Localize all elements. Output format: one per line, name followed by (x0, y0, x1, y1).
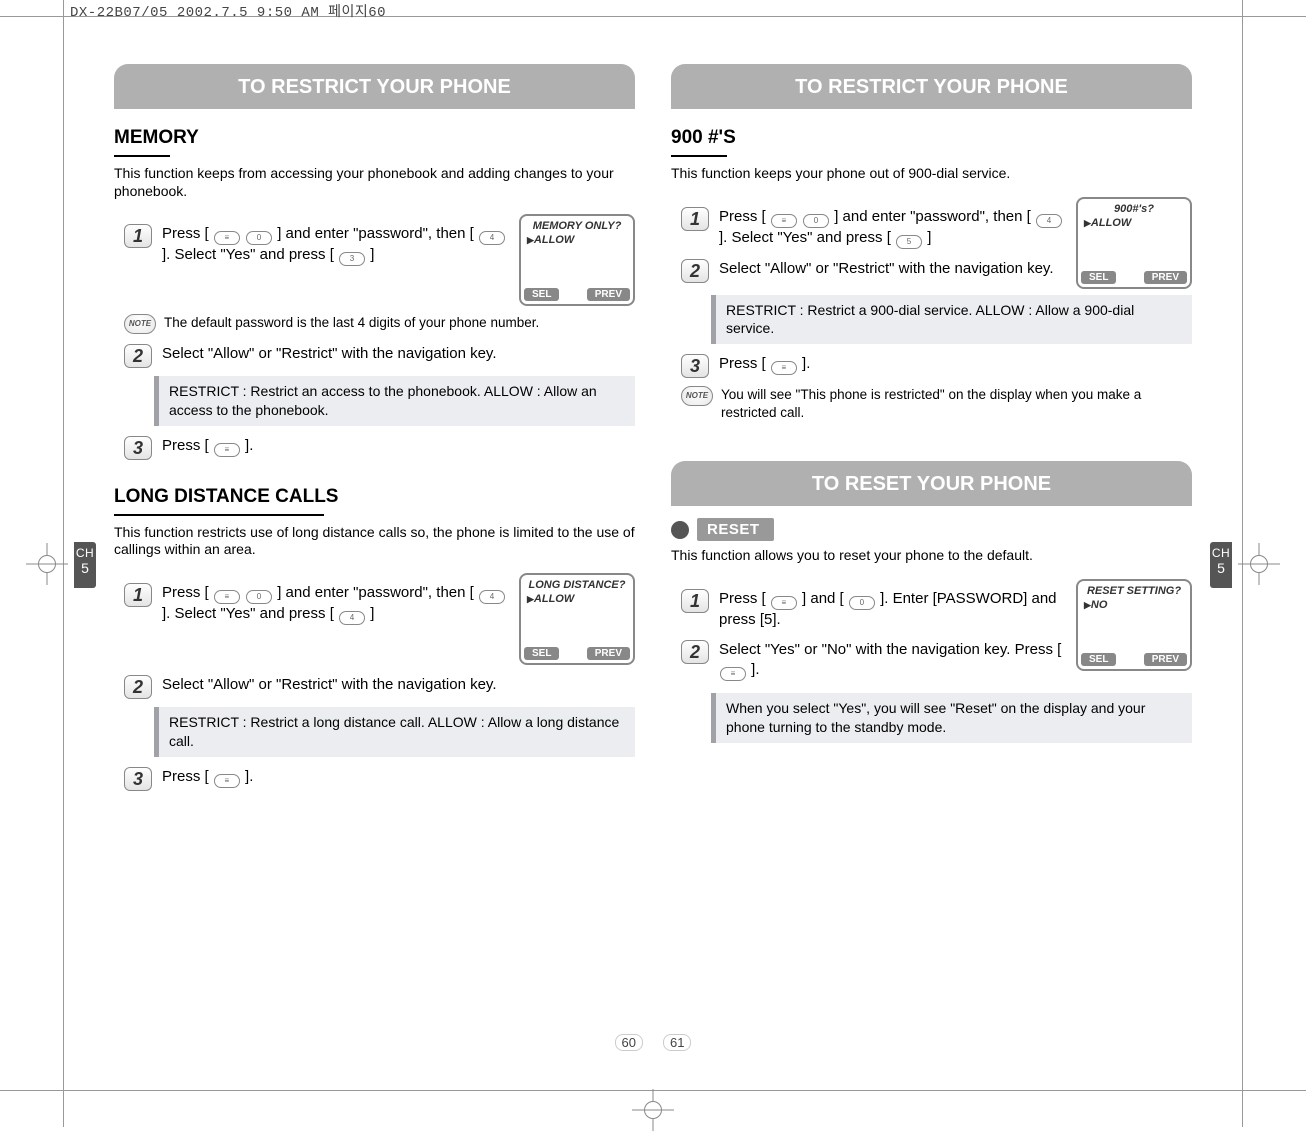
memory-info: RESTRICT : Restrict an access to the pho… (154, 376, 635, 426)
zero-key-icon: 0 (803, 214, 829, 228)
long-step-3: 3 Press [ ≡ ]. (124, 767, 635, 791)
page-left: CH 5 TO RESTRICT YOUR PHONE MEMORY This … (96, 40, 653, 1047)
long-desc: This function restricts use of long dist… (114, 524, 635, 559)
page-number-left: 60 (615, 1034, 643, 1051)
zero-key-icon: 0 (246, 231, 272, 245)
note-badge-icon: NOTE (681, 386, 713, 406)
long-step-2-text: Select "Allow" or "Restrict" with the na… (162, 675, 635, 695)
zero-key-icon: 0 (246, 590, 272, 604)
memory-title: MEMORY (114, 127, 199, 151)
four-key-icon: 4 (339, 611, 365, 625)
zero-key-icon: 0 (849, 596, 875, 610)
nine-info: RESTRICT : Restrict a 900-dial service. … (711, 295, 1192, 345)
long-rule (114, 514, 324, 516)
file-header: DX-22B07/05 2002.7.5 9:50 AM 페이지60 (70, 1, 386, 21)
step-num-3-icon: 3 (124, 767, 152, 791)
menu-key-icon: ≡ (214, 774, 240, 788)
page-number-right: 61 (663, 1034, 691, 1051)
reset-step-2: 2 Select "Yes" or "No" with the navigati… (681, 640, 1066, 681)
reset-badge-label: RESET (697, 518, 774, 541)
nine-step-3-text: Press [ ≡ ]. (719, 354, 1192, 375)
long-step-3-text: Press [ ≡ ]. (162, 767, 635, 788)
reset-badge: RESET (671, 518, 1192, 541)
nine-screen: 900#'s? ALLOW SEL PREV (1076, 197, 1192, 289)
nine-step-1-text: Press [ ≡ 0 ] and enter "password", then… (719, 207, 1066, 249)
softkey-sel: SEL (524, 647, 559, 660)
softkey-sel: SEL (1081, 271, 1116, 284)
page-right: CH 5 TO RESTRICT YOUR PHONE 900 #'S This… (653, 40, 1210, 1047)
reset-screen: RESET SETTING? NO SEL PREV (1076, 579, 1192, 671)
softkey-prev: PREV (587, 288, 630, 301)
step-num-1-icon: 1 (681, 207, 709, 231)
step-num-3-icon: 3 (124, 436, 152, 460)
three-key-icon: 3 (339, 252, 365, 266)
nine-note: You will see "This phone is restricted" … (721, 386, 1192, 421)
menu-key-icon: ≡ (720, 667, 746, 681)
nine-desc: This function keeps your phone out of 90… (671, 165, 1192, 183)
chapter-tab-right: CH 5 (1210, 542, 1232, 588)
long-step-2: 2 Select "Allow" or "Restrict" with the … (124, 675, 635, 699)
memory-step-3-text: Press [ ≡ ]. (162, 436, 635, 457)
nine-title: 900 #'S (671, 127, 736, 151)
step-num-1-icon: 1 (124, 224, 152, 248)
heading-restrict-right: TO RESTRICT YOUR PHONE (671, 64, 1192, 109)
chapter-tab-left: CH 5 (74, 542, 96, 588)
long-screen: LONG DISTANCE? ALLOW SEL PREV (519, 573, 635, 665)
nine-step-3: 3 Press [ ≡ ]. (681, 354, 1192, 378)
four-key-icon: 4 (479, 590, 505, 604)
nine-rule (671, 155, 727, 157)
long-step-1-text: Press [ ≡ 0 ] and enter "password", then… (162, 583, 509, 625)
nine-step-1: 1 Press [ ≡ 0 ] and enter "password", th… (681, 207, 1066, 249)
nine-step-2-text: Select "Allow" or "Restrict" with the na… (719, 259, 1066, 279)
crop-mark-left (26, 543, 68, 585)
memory-step-2-text: Select "Allow" or "Restrict" with the na… (162, 344, 635, 364)
reset-step-1: 1 Press [ ≡ ] and [ 0 ]. Enter [PASSWORD… (681, 589, 1066, 630)
long-title: LONG DISTANCE CALLS (114, 486, 338, 510)
memory-step-1-text: Press [ ≡ 0 ] and enter "password", then… (162, 224, 509, 266)
menu-key-icon: ≡ (214, 231, 240, 245)
reset-step-2-text: Select "Yes" or "No" with the navigation… (719, 640, 1066, 681)
memory-step-2: 2 Select "Allow" or "Restrict" with the … (124, 344, 635, 368)
menu-key-icon: ≡ (214, 590, 240, 604)
memory-step-3: 3 Press [ ≡ ]. (124, 436, 635, 460)
four-key-icon: 4 (1036, 214, 1062, 228)
step-num-2-icon: 2 (681, 259, 709, 283)
nine-step-2: 2 Select "Allow" or "Restrict" with the … (681, 259, 1066, 283)
softkey-prev: PREV (587, 647, 630, 660)
menu-key-icon: ≡ (771, 361, 797, 375)
four-key-icon: 4 (479, 231, 505, 245)
five-key-icon: 5 (896, 235, 922, 249)
menu-key-icon: ≡ (771, 214, 797, 228)
crop-mark-right (1238, 543, 1280, 585)
reset-info: When you select "Yes", you will see "Res… (711, 693, 1192, 743)
bullet-dot-icon (671, 521, 689, 539)
step-num-2-icon: 2 (124, 675, 152, 699)
step-num-1-icon: 1 (124, 583, 152, 607)
menu-key-icon: ≡ (214, 443, 240, 457)
step-num-1-icon: 1 (681, 589, 709, 613)
softkey-prev: PREV (1144, 271, 1187, 284)
reset-step-1-text: Press [ ≡ ] and [ 0 ]. Enter [PASSWORD] … (719, 589, 1066, 630)
heading-restrict-left: TO RESTRICT YOUR PHONE (114, 64, 635, 109)
reset-desc: This function allows you to reset your p… (671, 547, 1192, 565)
step-num-2-icon: 2 (124, 344, 152, 368)
memory-note: The default password is the last 4 digit… (164, 314, 635, 332)
long-info: RESTRICT : Restrict a long distance call… (154, 707, 635, 757)
memory-desc: This function keeps from accessing your … (114, 165, 635, 200)
softkey-sel: SEL (1081, 653, 1116, 666)
step-num-3-icon: 3 (681, 354, 709, 378)
long-step-1: 1 Press [ ≡ 0 ] and enter "password", th… (124, 583, 509, 625)
softkey-sel: SEL (524, 288, 559, 301)
note-badge-icon: NOTE (124, 314, 156, 334)
memory-rule (114, 155, 170, 157)
heading-reset: TO RESET YOUR PHONE (671, 461, 1192, 506)
memory-step-1: 1 Press [ ≡ 0 ] and enter "password", th… (124, 224, 509, 266)
step-num-2-icon: 2 (681, 640, 709, 664)
menu-key-icon: ≡ (771, 596, 797, 610)
crop-mark-bottom (632, 1089, 674, 1131)
softkey-prev: PREV (1144, 653, 1187, 666)
memory-screen: MEMORY ONLY? ALLOW SEL PREV (519, 214, 635, 306)
